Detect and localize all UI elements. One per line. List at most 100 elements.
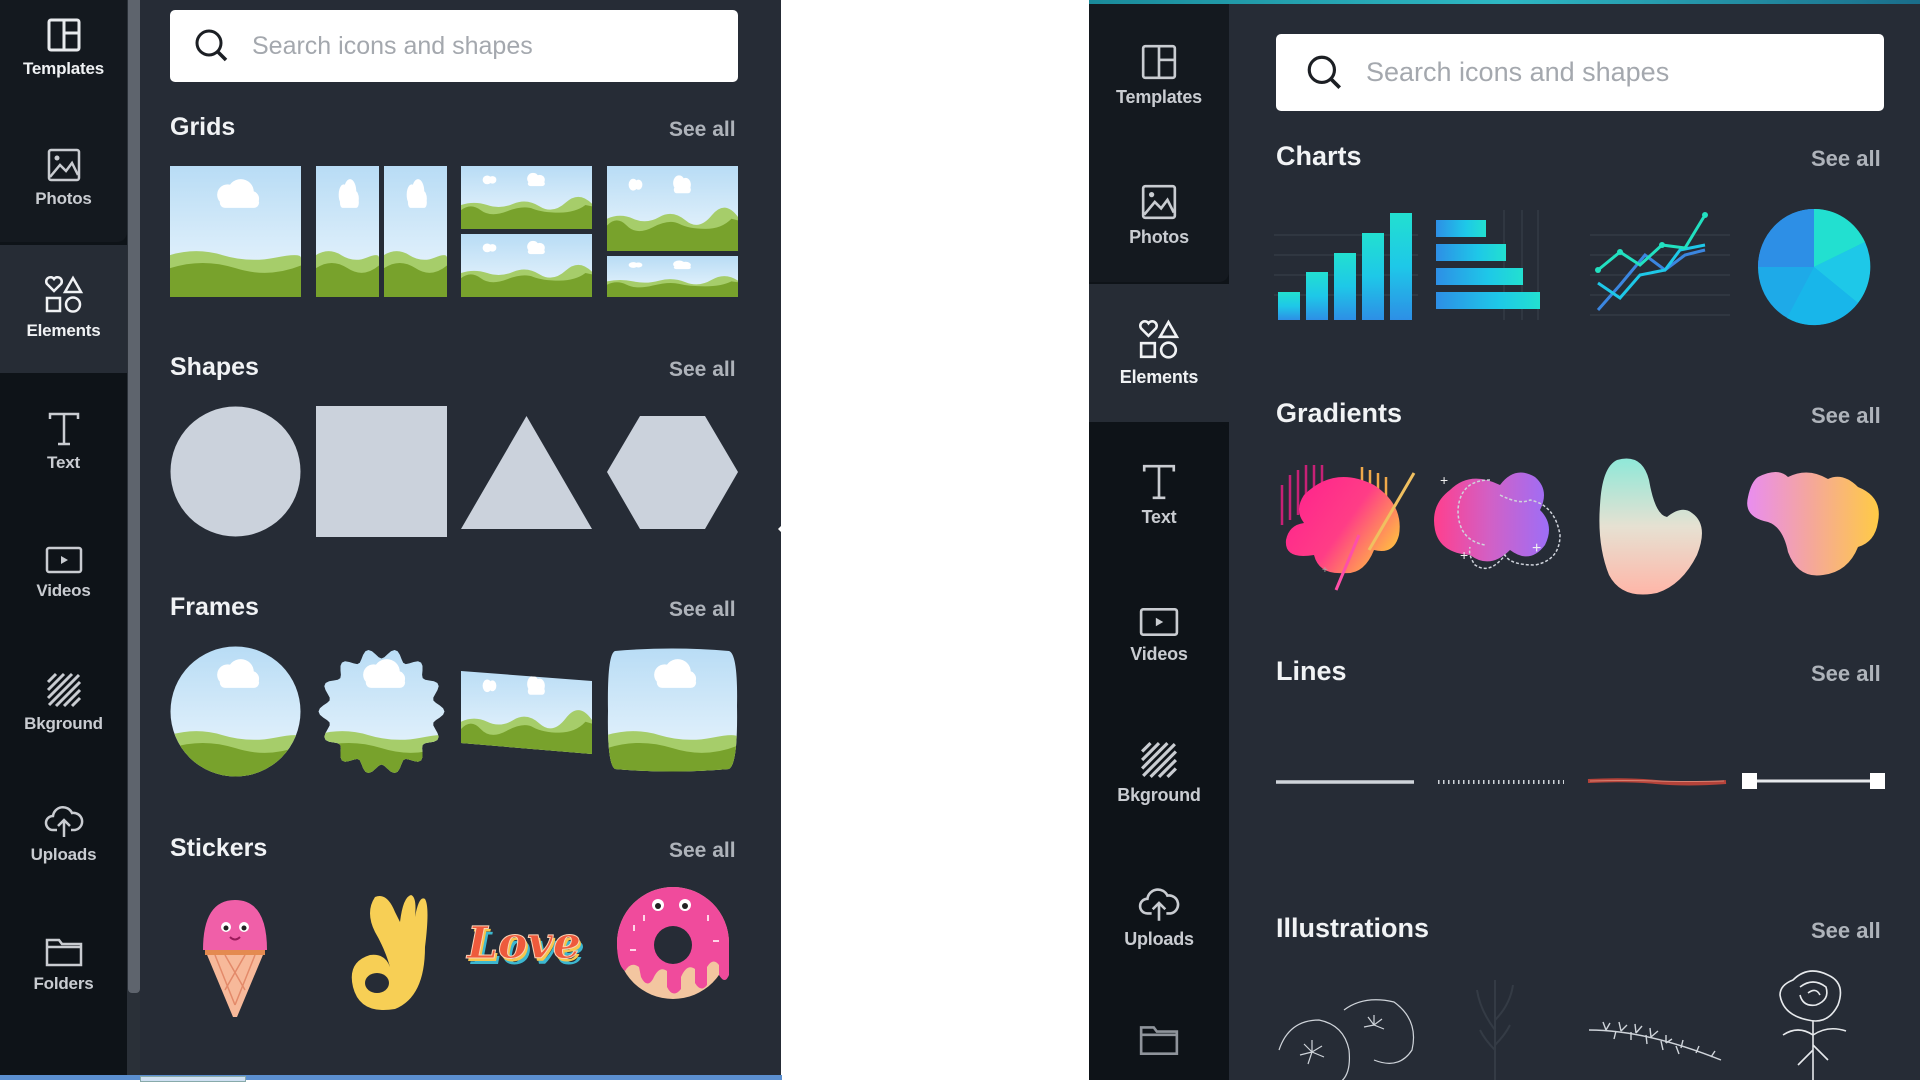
line-with-endpoints-icon [1742, 773, 1885, 789]
left-sidebar-item-background[interactable]: Bkground [0, 663, 127, 743]
line-chart-thumbnail[interactable] [1590, 210, 1730, 325]
left-sidebar-item-videos[interactable]: Videos [0, 533, 127, 613]
section-title-gradients: Gradients [1276, 398, 1403, 428]
section-title-stickers: Stickers [170, 834, 268, 862]
background-icon [46, 672, 81, 708]
square-shape[interactable] [316, 406, 447, 537]
right-search-input[interactable] [1364, 56, 1884, 89]
grid-single-thumbnail[interactable] [170, 166, 301, 297]
horizontal-bar-chart-icon [1436, 210, 1540, 320]
collapse-panel-handle[interactable] [778, 522, 784, 535]
brush-line-thumbnail[interactable] [1586, 770, 1728, 790]
circle-icon [170, 406, 301, 537]
scalloped-frame[interactable] [316, 646, 447, 777]
left-search-box[interactable] [170, 10, 738, 82]
ice-cream-icon [203, 900, 267, 1017]
photos-icon [1141, 184, 1177, 219]
triangle-shape[interactable] [461, 406, 592, 537]
left-sidebar-item-text[interactable]: Text [0, 402, 127, 482]
left-sidebar-item-folders[interactable]: Folders [0, 925, 127, 1005]
sidebar-item-label: Folders [33, 974, 94, 993]
plant-illustration-thumbnail[interactable] [1465, 970, 1525, 1080]
svg-text:+: + [1532, 540, 1541, 557]
grid-large-top-small-bottom-thumbnail[interactable] [607, 166, 738, 297]
left-sidebar-item-uploads[interactable]: Uploads [0, 794, 127, 874]
ok-hand-sticker[interactable] [345, 887, 430, 1017]
love-sticker[interactable]: Love Love Love [460, 910, 595, 985]
svg-text:+: + [1440, 472, 1448, 488]
line-chart-icon [1590, 212, 1730, 316]
right-sidebar-item-folders[interactable] [1089, 1015, 1229, 1065]
folders-icon [1139, 1026, 1179, 1055]
line-with-endpoints-thumbnail[interactable] [1741, 770, 1886, 792]
taskbar [0, 1075, 782, 1080]
see-all-grids-link[interactable]: See all [669, 118, 736, 142]
rounded-frame[interactable] [607, 646, 738, 777]
landscape-image [170, 646, 301, 777]
right-sidebar-item-templates[interactable]: Templates [1089, 30, 1229, 120]
left-sidebar-item-templates[interactable]: Templates [0, 8, 127, 88]
rose-illustration-icon [1779, 970, 1847, 1080]
background-icon [1140, 741, 1178, 778]
right-sidebar-item-elements[interactable]: Elements [1089, 308, 1229, 398]
right-sidebar-item-photos[interactable]: Photos [1089, 170, 1229, 260]
bar-chart-icon [1274, 213, 1418, 320]
rose-illustration-thumbnail[interactable] [1768, 965, 1858, 1080]
right-sidebar-item-videos[interactable]: Videos [1089, 590, 1229, 680]
folders-icon [45, 938, 82, 967]
donut-sticker[interactable] [615, 885, 733, 1005]
sidebar-item-label: Text [47, 453, 80, 472]
search-icon [195, 29, 228, 62]
circle-frame[interactable] [170, 646, 301, 777]
svg-text:+: + [1460, 547, 1468, 563]
taskbar-button[interactable] [140, 1076, 246, 1082]
pink-purple-blob-thumbnail[interactable]: + + + [1430, 465, 1575, 585]
sidebar-item-label: Uploads [1124, 928, 1194, 949]
ice-cream-sticker[interactable] [195, 895, 275, 1020]
skewed-frame[interactable] [461, 646, 592, 777]
pink-orange-blob-thumbnail[interactable]: + [1274, 455, 1419, 595]
section-title-frames: Frames [170, 593, 259, 621]
see-all-stickers-link[interactable]: See all [669, 839, 736, 863]
right-sidebar-item-text[interactable]: Text [1089, 450, 1229, 540]
dotted-line-thumbnail[interactable] [1436, 770, 1566, 790]
see-all-shapes-link[interactable]: See all [669, 358, 736, 382]
grid-two-columns-thumbnail[interactable] [316, 166, 447, 297]
landscape-image [316, 166, 447, 297]
see-all-frames-link[interactable]: See all [669, 598, 736, 622]
see-all-charts-link[interactable]: See all [1811, 146, 1881, 172]
sidebar-item-label: Uploads [30, 845, 97, 864]
left-sidebar-item-photos[interactable]: Photos [0, 138, 127, 218]
bar-chart-thumbnail[interactable] [1274, 210, 1418, 320]
plant-illustration-icon [1476, 980, 1514, 1080]
text-icon [48, 412, 79, 446]
section-title-charts: Charts [1276, 141, 1362, 171]
right-sidebar-item-uploads[interactable]: Uploads [1089, 872, 1229, 962]
sidebar-item-label: Templates [22, 59, 105, 78]
see-all-illustrations-link[interactable]: See all [1811, 918, 1881, 944]
grid-two-rows-thumbnail[interactable] [461, 166, 592, 297]
left-sidebar-scrollbar-thumb[interactable] [128, 0, 140, 993]
text-icon [1142, 464, 1176, 499]
pie-chart-icon [1758, 208, 1871, 326]
pie-chart-thumbnail[interactable] [1757, 208, 1871, 326]
flowers-illustration-thumbnail[interactable] [1274, 980, 1419, 1085]
sidebar-item-label: Photos [1129, 226, 1189, 247]
solid-line-thumbnail[interactable] [1274, 770, 1416, 790]
right-search-box[interactable] [1276, 34, 1884, 111]
mint-peach-blob-thumbnail[interactable] [1597, 455, 1712, 595]
templates-icon [1141, 44, 1177, 79]
see-all-gradients-link[interactable]: See all [1811, 403, 1881, 429]
see-all-lines-link[interactable]: See all [1811, 661, 1881, 687]
love-text-icon: Love Love Love [465, 918, 585, 976]
sidebar-item-label: Text [1141, 506, 1177, 527]
left-search-input[interactable] [250, 30, 738, 62]
left-sidebar-item-elements[interactable]: Elements [0, 268, 127, 348]
circle-shape[interactable] [170, 406, 301, 537]
hexagon-shape[interactable] [607, 406, 738, 537]
branch-illustration-thumbnail[interactable] [1586, 1015, 1726, 1065]
horizontal-bar-chart-thumbnail[interactable] [1434, 210, 1568, 320]
sidebar-item-label: Videos [36, 581, 91, 600]
right-sidebar-item-background[interactable]: Bkground [1089, 728, 1229, 818]
violet-yellow-blob-thumbnail[interactable] [1743, 467, 1883, 582]
